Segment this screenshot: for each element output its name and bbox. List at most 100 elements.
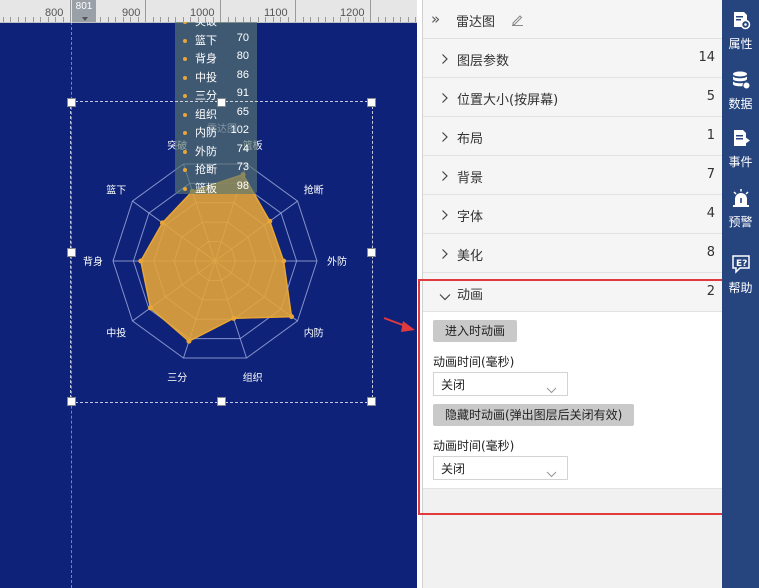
rail-label: 事件 — [728, 155, 753, 169]
section-count: 14 — [698, 50, 715, 65]
resize-handle-e[interactable] — [367, 248, 376, 257]
ruler-minor-tick — [377, 17, 379, 22]
help-icon: E? — [732, 255, 750, 274]
canvas-editor[interactable]: 800900100011001200 801 篮板抢断外防内防组织三分中投背身篮… — [0, 0, 417, 588]
properties-icon — [734, 12, 751, 30]
rail-label: 数据 — [728, 97, 753, 111]
section-count: 8 — [706, 245, 715, 260]
chevron-right-icon — [441, 245, 449, 264]
ruler-minor-tick — [10, 17, 11, 22]
ruler-label: 800 — [45, 7, 64, 19]
toolbar-alarm[interactable]: 预警 — [722, 182, 759, 232]
section-count: 5 — [706, 89, 715, 104]
ruler-label: 1000 — [190, 7, 215, 19]
toolbar-data[interactable]: 数据 — [722, 64, 759, 114]
toolbar-help[interactable]: E? 帮助 — [722, 248, 759, 298]
panel-title: 雷达图 — [456, 15, 496, 30]
database-icon — [733, 71, 751, 90]
section-layer-params[interactable]: 图层参数 14 — [423, 39, 723, 78]
section-label: 背景 — [457, 171, 484, 186]
tooltip-label: 篮下 — [195, 34, 217, 47]
resize-handle-ne[interactable] — [367, 98, 376, 107]
ruler-minor-tick — [167, 17, 169, 22]
ruler-minor-tick — [25, 17, 26, 22]
ruler-major-tick — [220, 0, 221, 22]
ruler-minor-tick — [392, 17, 394, 22]
ruler-minor-tick — [115, 17, 116, 22]
ruler-minor-tick — [17, 17, 19, 22]
tooltip-value: 70 — [236, 31, 249, 44]
ruler-minor-tick — [325, 17, 326, 22]
chevron-right-icon — [441, 50, 449, 69]
resize-handle-w[interactable] — [67, 248, 76, 257]
selection-box[interactable] — [67, 98, 376, 406]
tooltip-value: 91 — [236, 87, 249, 99]
toolbar-events[interactable]: 事件 — [722, 122, 759, 172]
double-chevron-right-icon[interactable]: » — [431, 10, 440, 28]
resize-handle-sw[interactable] — [67, 397, 76, 406]
resize-handle-s[interactable] — [217, 397, 226, 406]
rail-label: 属性 — [728, 37, 753, 51]
section-position-size[interactable]: 位置大小(按屏幕) 5 — [423, 78, 723, 117]
chevron-right-icon — [441, 206, 449, 225]
section-label: 美化 — [457, 249, 484, 264]
chevron-right-icon — [441, 89, 449, 108]
ruler-major-tick — [370, 0, 371, 22]
rail-label: 帮助 — [728, 281, 753, 295]
series-dot-icon — [183, 22, 187, 24]
series-dot-icon — [183, 57, 187, 61]
series-dot-icon — [183, 38, 187, 43]
series-dot-icon — [183, 75, 187, 80]
ruler-minor-tick — [317, 17, 319, 22]
section-label: 字体 — [457, 210, 484, 225]
ruler-label: 1100 — [264, 7, 288, 19]
tooltip-row: 背身 80 — [183, 50, 255, 68]
section-label: 位置大小(按屏幕) — [457, 93, 559, 108]
section-font[interactable]: 字体 4 — [423, 195, 723, 234]
series-dot-icon — [183, 94, 187, 98]
tooltip-label: 中投 — [195, 71, 217, 84]
section-label: 图层参数 — [457, 54, 510, 69]
ruler-minor-tick — [400, 17, 401, 22]
right-toolbar: 属性 数据 事件 预警 E? 帮助 — [722, 0, 759, 588]
section-layout[interactable]: 布局 1 — [423, 117, 723, 156]
ruler-minor-tick — [100, 17, 101, 22]
ruler-minor-tick — [32, 17, 34, 22]
tooltip-row: 篮下 70 — [183, 32, 255, 50]
tooltip-value: 79 — [237, 22, 249, 25]
tooltip-label: 突破 — [195, 22, 217, 28]
ruler-marker-arrow-icon — [82, 17, 88, 21]
panel-header: » 雷达图 — [423, 0, 723, 39]
ruler-major-tick — [145, 0, 146, 22]
ruler-minor-tick — [407, 17, 409, 22]
section-label: 布局 — [457, 132, 484, 147]
section-background[interactable]: 背景 7 — [423, 156, 723, 195]
tooltip-row: 中投 86 — [183, 69, 255, 87]
resize-handle-n[interactable] — [217, 98, 226, 107]
tooltip-value: 80 — [236, 50, 249, 62]
ruler-minor-tick — [415, 17, 416, 22]
ruler-label: 1200 — [340, 7, 365, 19]
toolbar-properties[interactable]: 属性 — [722, 4, 759, 54]
resize-handle-se[interactable] — [367, 397, 376, 406]
resize-handle-nw[interactable] — [67, 98, 76, 107]
ruler-label: 900 — [122, 7, 141, 19]
ruler-minor-tick — [2, 17, 4, 22]
alarm-icon — [733, 189, 749, 207]
ruler-major-tick — [70, 0, 71, 22]
section-count: 1 — [706, 128, 715, 143]
highlight-frame — [418, 279, 745, 515]
tooltip-label: 背身 — [195, 53, 217, 65]
tooltip-value: 86 — [236, 68, 249, 81]
ruler-minor-tick — [385, 17, 386, 22]
ruler-minor-tick — [40, 17, 41, 22]
ruler-minor-tick — [107, 17, 109, 22]
svg-text:E?: E? — [736, 259, 747, 269]
ruler-minor-tick — [332, 17, 334, 22]
edit-icon[interactable] — [511, 11, 524, 30]
ruler-major-tick — [295, 0, 296, 22]
section-count: 7 — [706, 167, 715, 182]
section-beautify[interactable]: 美化 8 — [423, 234, 723, 273]
ruler-minor-tick — [302, 17, 304, 22]
chevron-right-icon — [441, 128, 449, 147]
